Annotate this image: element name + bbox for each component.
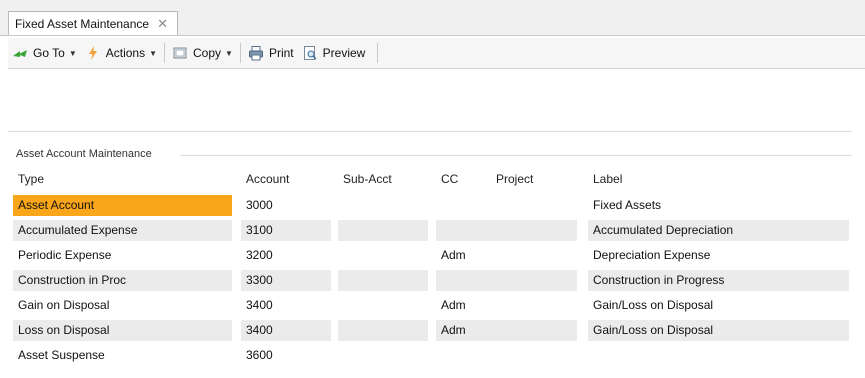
column-header-type: Type xyxy=(18,172,45,186)
account-cell[interactable]: 3600 xyxy=(241,345,331,366)
toolbar: Go To ▼ Actions ▼ Copy ▼ Print Preview xyxy=(8,38,865,69)
table-row[interactable]: Asset Account 3000 Fixed Assets xyxy=(0,195,865,216)
table-row[interactable]: Loss on Disposal 3400 Adm Gain/Loss on D… xyxy=(0,320,865,341)
sub-acct-cell[interactable] xyxy=(338,320,428,341)
print-button[interactable]: Print xyxy=(244,42,298,64)
actions-label: Actions xyxy=(105,46,146,60)
copy-label: Copy xyxy=(193,46,222,60)
table-row[interactable]: Periodic Expense 3200 Adm Depreciation E… xyxy=(0,245,865,266)
cc-cell[interactable] xyxy=(436,195,577,216)
type-cell[interactable]: Construction in Proc xyxy=(13,270,232,291)
print-label: Print xyxy=(268,46,294,60)
account-cell[interactable]: 3400 xyxy=(241,320,331,341)
preview-icon xyxy=(303,46,317,60)
cc-cell[interactable] xyxy=(436,220,577,241)
copy-icon xyxy=(173,47,187,59)
column-header-cc: CC xyxy=(441,172,459,186)
cc-cell[interactable]: Adm xyxy=(436,320,577,341)
column-header-label: Label xyxy=(593,172,623,186)
tab-fixed-asset-maintenance[interactable]: Fixed Asset Maintenance ✕ xyxy=(8,11,178,35)
cc-cell[interactable] xyxy=(436,270,577,291)
label-cell[interactable]: Construction in Progress xyxy=(588,270,849,291)
label-cell[interactable]: Gain/Loss on Disposal xyxy=(588,320,849,341)
label-cell[interactable]: Gain/Loss on Disposal xyxy=(588,295,849,316)
label-cell[interactable]: Fixed Assets xyxy=(588,195,849,216)
column-header-project: Project xyxy=(496,172,534,186)
sub-acct-cell[interactable] xyxy=(338,295,428,316)
group-divider xyxy=(180,155,852,156)
account-cell[interactable]: 3100 xyxy=(241,220,331,241)
type-cell[interactable]: Accumulated Expense xyxy=(13,220,232,241)
preview-label: Preview xyxy=(322,46,366,60)
sub-acct-cell[interactable] xyxy=(338,220,428,241)
toolbar-separator xyxy=(239,43,241,63)
sub-acct-cell[interactable] xyxy=(338,245,428,266)
actions-button[interactable]: Actions ▼ xyxy=(81,42,161,64)
table-row[interactable]: Accumulated Expense 3100 Accumulated Dep… xyxy=(0,220,865,241)
type-cell[interactable]: Loss on Disposal xyxy=(13,320,232,341)
chevron-down-icon: ▼ xyxy=(225,48,233,58)
type-cell[interactable]: Asset Account xyxy=(13,195,232,216)
cc-cell[interactable]: Adm xyxy=(436,245,577,266)
account-cell[interactable]: 3400 xyxy=(241,295,331,316)
label-cell[interactable]: Accumulated Depreciation xyxy=(588,220,849,241)
account-cell[interactable]: 3300 xyxy=(241,270,331,291)
table-row[interactable]: Construction in Proc 3300 Construction i… xyxy=(0,270,865,291)
cc-cell[interactable] xyxy=(436,345,577,366)
close-icon[interactable]: ✕ xyxy=(157,17,168,30)
chevron-down-icon: ▼ xyxy=(149,48,158,58)
type-cell[interactable]: Asset Suspense xyxy=(13,345,232,366)
divider xyxy=(8,131,852,132)
copy-button[interactable]: Copy ▼ xyxy=(168,42,237,64)
print-icon xyxy=(248,46,263,61)
preview-button[interactable]: Preview xyxy=(298,42,370,64)
account-cell[interactable]: 3200 xyxy=(241,245,331,266)
column-header-sub-acct: Sub-Acct xyxy=(343,172,392,186)
group-title: Asset Account Maintenance xyxy=(16,148,158,160)
sub-acct-cell[interactable] xyxy=(338,270,428,291)
table-row[interactable]: Gain on Disposal 3400 Adm Gain/Loss on D… xyxy=(0,295,865,316)
go-to-icon xyxy=(13,50,27,57)
go-to-label: Go To xyxy=(33,46,65,60)
sub-acct-cell[interactable] xyxy=(338,345,428,366)
tab-label: Fixed Asset Maintenance xyxy=(15,16,150,31)
toolbar-separator xyxy=(377,43,379,63)
cc-cell[interactable]: Adm xyxy=(436,295,577,316)
table-row[interactable]: Asset Suspense 3600 xyxy=(0,345,865,366)
sub-acct-cell[interactable] xyxy=(338,195,428,216)
account-cell[interactable]: 3000 xyxy=(241,195,331,216)
column-header-account: Account xyxy=(246,172,290,186)
type-cell[interactable]: Periodic Expense xyxy=(13,245,232,266)
tab-strip: Fixed Asset Maintenance ✕ xyxy=(0,0,865,36)
actions-icon xyxy=(88,46,97,60)
go-to-button[interactable]: Go To ▼ xyxy=(8,42,81,64)
label-cell[interactable]: Depreciation Expense xyxy=(588,245,849,266)
toolbar-separator xyxy=(164,43,166,63)
label-cell[interactable] xyxy=(588,345,849,366)
chevron-down-icon: ▼ xyxy=(68,48,77,58)
type-cell[interactable]: Gain on Disposal xyxy=(13,295,232,316)
